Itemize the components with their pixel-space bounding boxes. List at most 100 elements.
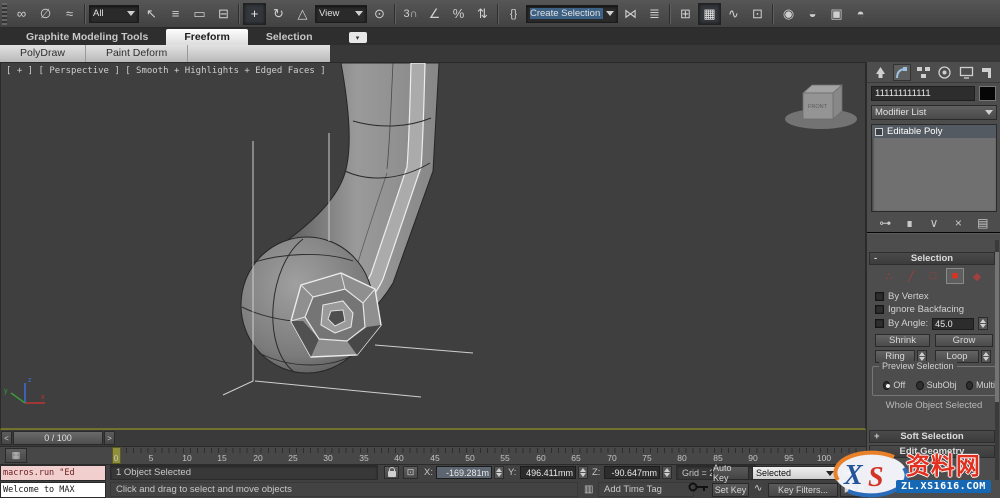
shrink-button[interactable]: Shrink: [875, 334, 930, 347]
object-name-field[interactable]: [871, 86, 975, 101]
create-tab-icon[interactable]: [871, 64, 890, 81]
named-selection-sets-icon[interactable]: {}: [502, 3, 525, 25]
y-spinner[interactable]: [578, 466, 588, 479]
x-coord-field[interactable]: [436, 466, 492, 479]
vertex-subobject-icon[interactable]: ∴: [880, 268, 898, 284]
scrollbar-thumb[interactable]: [995, 252, 999, 402]
selected-set-dropdown[interactable]: Selected: [752, 466, 838, 480]
pin-stack-icon[interactable]: ⊶: [876, 216, 894, 230]
z-spinner[interactable]: [662, 466, 672, 479]
configure-modifier-sets-icon[interactable]: ▤: [974, 216, 992, 230]
modifier-list-dropdown[interactable]: Modifier List: [871, 105, 997, 120]
reference-coordinate-value: View: [319, 8, 352, 19]
select-and-scale-icon[interactable]: △: [291, 3, 314, 25]
object-color-swatch[interactable]: [979, 86, 996, 101]
remove-modifier-icon[interactable]: ×: [949, 216, 967, 230]
display-tab-icon[interactable]: [957, 64, 976, 81]
edge-subobject-icon[interactable]: ╱: [902, 268, 920, 284]
reference-coordinate-dropdown[interactable]: View: [315, 5, 367, 23]
x-spinner[interactable]: [494, 466, 504, 479]
tab-selection[interactable]: Selection: [248, 29, 331, 45]
z-coord-field[interactable]: [604, 466, 660, 479]
soft-selection-rollout-header[interactable]: + Soft Selection: [869, 430, 995, 443]
select-and-rotate-icon[interactable]: ↻: [267, 3, 290, 25]
mirror-icon[interactable]: ⋈: [619, 3, 642, 25]
viewcube[interactable]: FRONT: [785, 85, 857, 129]
preview-multi-radio[interactable]: [966, 381, 973, 390]
rectangular-selection-region-icon[interactable]: ▭: [188, 3, 211, 25]
select-and-link-icon[interactable]: ∞: [10, 3, 33, 25]
ribbon-minimize-icon[interactable]: ▾: [349, 32, 367, 43]
make-unique-icon[interactable]: ∨: [925, 216, 943, 230]
manage-layers-icon[interactable]: ⊞: [674, 3, 697, 25]
render-setup-icon[interactable]: ◒: [801, 3, 824, 25]
editable-poly-model[interactable]: [241, 63, 439, 373]
window-crossing-icon[interactable]: ⊟: [212, 3, 235, 25]
selection-rollout-header[interactable]: - Selection: [869, 252, 995, 265]
utilities-tab-icon[interactable]: [979, 64, 998, 81]
set-key-button[interactable]: Set Key: [712, 483, 749, 497]
tab-freeform[interactable]: Freeform: [166, 29, 248, 45]
time-slider[interactable]: 0 / 100: [13, 431, 103, 445]
modify-tab-icon[interactable]: [893, 64, 912, 81]
by-angle-checkbox[interactable]: [875, 319, 884, 328]
preview-off-radio[interactable]: [883, 381, 890, 390]
rendered-frame-window-icon[interactable]: ▣: [825, 3, 848, 25]
y-coord-field[interactable]: [520, 466, 576, 479]
schematic-view-icon[interactable]: ⊡: [746, 3, 769, 25]
panel-scrollbar[interactable]: [995, 240, 999, 480]
snaps-toggle-icon[interactable]: 3∩: [399, 3, 422, 25]
select-object-icon[interactable]: ↖: [140, 3, 163, 25]
hierarchy-tab-icon[interactable]: [914, 64, 933, 81]
key-mode-curve-icon[interactable]: ∿: [754, 483, 762, 494]
modifier-stack[interactable]: Editable Poly: [871, 124, 997, 212]
select-by-name-icon[interactable]: ≡: [164, 3, 187, 25]
open-mini-curve-editor-button[interactable]: ▦: [5, 448, 27, 463]
by-angle-spinner[interactable]: [978, 317, 988, 330]
align-icon[interactable]: ≣: [643, 3, 666, 25]
add-time-tag[interactable]: Add Time Tag: [598, 482, 694, 497]
element-subobject-icon[interactable]: ◆: [968, 268, 986, 284]
tick-label: 20: [248, 453, 268, 463]
subtab-polydraw[interactable]: PolyDraw: [0, 45, 86, 62]
by-vertex-checkbox[interactable]: [875, 292, 884, 301]
preview-subobj-radio[interactable]: [916, 381, 923, 390]
polygon-subobject-icon[interactable]: ■: [946, 268, 964, 284]
selection-lock-toggle[interactable]: [384, 466, 399, 479]
use-pivot-center-icon[interactable]: ⊙: [368, 3, 391, 25]
graphite-toolbar-toggle-icon[interactable]: ▦: [698, 3, 721, 25]
motion-tab-icon[interactable]: [936, 64, 955, 81]
angle-snap-icon[interactable]: ∠: [423, 3, 446, 25]
percent-snap-icon[interactable]: %: [447, 3, 470, 25]
select-and-move-icon[interactable]: +: [243, 3, 266, 25]
by-angle-field[interactable]: [932, 318, 974, 330]
next-frame-button[interactable]: >: [104, 431, 115, 445]
unlink-selection-icon[interactable]: ∅: [34, 3, 57, 25]
selection-filter-dropdown[interactable]: All: [89, 5, 139, 23]
spinner-snap-icon[interactable]: ⇅: [471, 3, 494, 25]
key-filters-button[interactable]: Key Filters...: [768, 483, 838, 497]
loop-spinner[interactable]: [981, 350, 991, 363]
ignore-backfacing-checkbox[interactable]: [875, 305, 884, 314]
auto-key-button[interactable]: Auto Key: [712, 466, 749, 480]
absolute-mode-toggle[interactable]: ⊡: [403, 466, 418, 479]
toolbar-grip[interactable]: [2, 3, 7, 25]
tab-graphite-modeling-tools[interactable]: Graphite Modeling Tools: [8, 29, 166, 45]
render-production-icon[interactable]: ◓: [849, 3, 872, 25]
border-subobject-icon[interactable]: □: [924, 268, 942, 284]
stack-item-editable-poly[interactable]: Editable Poly: [872, 125, 996, 138]
bind-to-space-warp-icon[interactable]: ≈: [58, 3, 81, 25]
lock-icon: [388, 471, 396, 477]
show-end-result-icon[interactable]: ∎: [901, 216, 919, 230]
perspective-viewport[interactable]: z y x FRONT [ + ] [ Perspective ] [ Smoo…: [0, 62, 866, 430]
subtab-paint-deform[interactable]: Paint Deform: [86, 45, 188, 62]
curve-editor-icon[interactable]: ∿: [722, 3, 745, 25]
viewport-label[interactable]: [ + ] [ Perspective ] [ Smooth + Highlig…: [6, 66, 326, 76]
material-editor-icon[interactable]: ◉: [777, 3, 800, 25]
chevron-down-icon: [127, 11, 135, 16]
preview-off-label: Off: [893, 380, 905, 390]
grow-button[interactable]: Grow: [935, 334, 993, 347]
preview-subobj-label: SubObj: [927, 380, 957, 390]
create-selection-set-dropdown[interactable]: Create Selection Se: [526, 5, 618, 23]
previous-frame-button[interactable]: <: [1, 431, 12, 445]
